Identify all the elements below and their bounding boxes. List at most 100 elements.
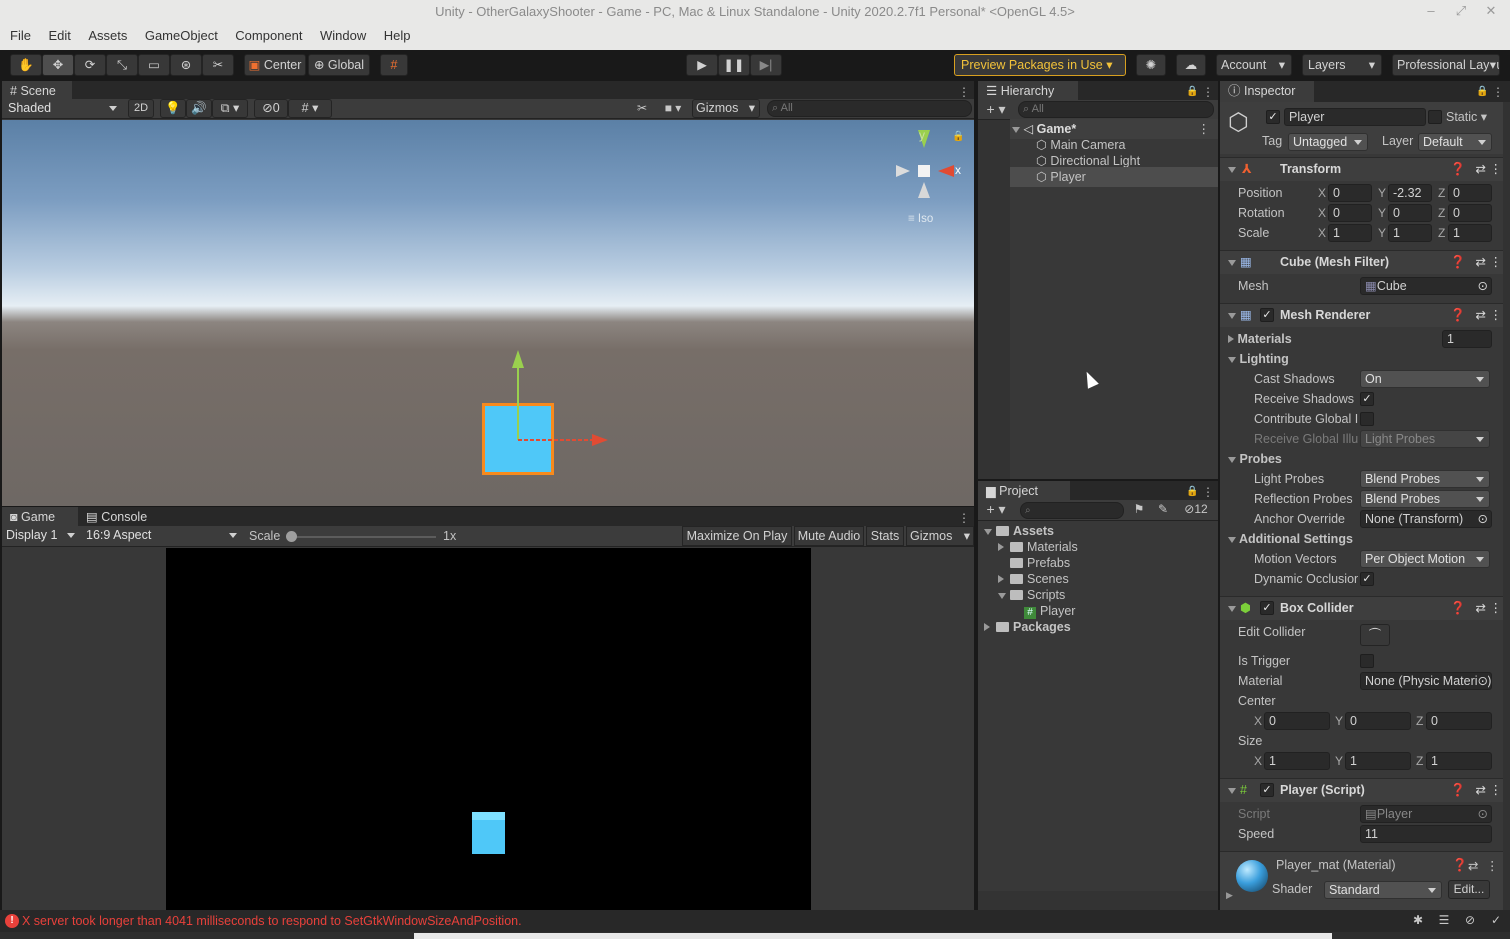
menu-gameobject[interactable]: GameObject — [138, 24, 225, 48]
mesh-object-field[interactable]: ▦Cube ⊙ — [1360, 277, 1492, 295]
tab-console[interactable]: ▤ Console — [78, 507, 168, 528]
mute-audio-toggle[interactable]: Mute Audio — [794, 526, 864, 546]
status-message[interactable]: X server took longer than 4041 milliseco… — [22, 914, 522, 928]
display-dropdown[interactable]: Display 1 — [2, 527, 80, 545]
shading-mode-dropdown[interactable]: Shaded — [4, 100, 122, 118]
additional-settings-foldout[interactable]: Additional Settings — [1228, 532, 1353, 546]
probes-foldout[interactable]: Probes — [1228, 452, 1282, 466]
speed-field[interactable]: 11 — [1360, 825, 1492, 843]
mesh-filter-header[interactable]: ▦ Cube (Mesh Filter) ❓ ⇄ ⋮ — [1220, 250, 1510, 274]
expand-icon[interactable] — [1012, 127, 1020, 133]
layer-dropdown[interactable]: Default — [1418, 133, 1492, 151]
kebab-menu-icon[interactable]: ⋮ — [1486, 858, 1499, 873]
tag-dropdown[interactable]: Untagged — [1288, 133, 1368, 151]
hidden-objects-toggle[interactable]: ⊘0 — [254, 99, 288, 118]
mesh-renderer-header[interactable]: ▦ ✓ Mesh Renderer ❓ ⇄ ⋮ — [1220, 303, 1510, 327]
kebab-menu-icon[interactable]: ⋮ — [1490, 304, 1503, 327]
menu-component[interactable]: Component — [228, 24, 309, 48]
presets-icon[interactable]: ⇄ — [1476, 597, 1486, 620]
lock-icon[interactable]: 🔒 — [1186, 84, 1198, 100]
scene-viewport[interactable]: y x ≡ Iso 🔒 — [2, 120, 974, 506]
lighting-foldout[interactable]: Lighting — [1228, 352, 1289, 366]
static-dropdown[interactable]: Static ▾ — [1446, 109, 1487, 124]
collider-material-field[interactable]: None (Physic Material) ⊙ — [1360, 672, 1492, 690]
rotation-y-field[interactable]: 0 — [1388, 204, 1432, 222]
2d-toggle[interactable]: 2D — [128, 99, 154, 118]
material-title[interactable]: Player_mat (Material) — [1276, 858, 1395, 872]
scene-orientation-gizmo[interactable] — [896, 130, 954, 198]
scale-tool-button[interactable]: ⤡ — [106, 54, 138, 76]
tab-project[interactable]: ▆ Project — [978, 481, 1070, 502]
collapse-icon[interactable] — [984, 617, 996, 637]
center-z-field[interactable]: 0 — [1426, 712, 1492, 730]
layers-dropdown[interactable]: Layers ▾ — [1302, 54, 1382, 76]
scale-slider[interactable] — [288, 536, 436, 538]
light-probes-dropdown[interactable]: Blend Probes — [1360, 470, 1490, 488]
presets-icon[interactable]: ⇄ — [1476, 779, 1486, 802]
shader-dropdown[interactable]: Standard — [1324, 881, 1442, 899]
box-collider-header[interactable]: ⬢ ✓ Box Collider ❓ ⇄ ⋮ — [1220, 596, 1510, 620]
scale-x-field[interactable]: 1 — [1328, 224, 1372, 242]
rotation-x-field[interactable]: 0 — [1328, 204, 1372, 222]
help-icon[interactable]: ❓ — [1450, 304, 1466, 327]
kebab-menu-icon[interactable]: ⋮ — [1490, 597, 1503, 620]
cast-shadows-dropdown[interactable]: On — [1360, 370, 1490, 388]
reflection-probes-dropdown[interactable]: Blend Probes — [1360, 490, 1490, 508]
pause-button[interactable]: ❚❚ — [718, 54, 750, 76]
close-button[interactable]: ✕ — [1476, 0, 1506, 24]
player-script-header[interactable]: # ✓ Player (Script) ❓ ⇄ ⋮ — [1220, 778, 1510, 802]
scene-search-input[interactable]: ⌕ All — [767, 100, 972, 117]
active-checkbox[interactable]: ✓ — [1266, 110, 1280, 124]
debug-mode-icon[interactable]: ✱ — [1410, 913, 1426, 927]
materials-count-field[interactable]: 1 — [1442, 330, 1492, 348]
effects-dropdown-icon[interactable]: ⧉ ▾ — [212, 99, 248, 118]
rotate-tool-button[interactable]: ⟳ — [74, 54, 106, 76]
kebab-menu-icon[interactable]: ⋮ — [1490, 158, 1503, 181]
projection-label[interactable]: ≡ Iso — [908, 213, 933, 225]
size-y-field[interactable]: 1 — [1345, 752, 1411, 770]
receive-shadows-checkbox[interactable]: ✓ — [1360, 392, 1374, 406]
stats-toggle[interactable]: Stats — [866, 526, 904, 546]
object-picker-icon[interactable]: ⊙ — [1478, 511, 1488, 527]
scale-z-field[interactable]: 1 — [1448, 224, 1492, 242]
tab-hierarchy[interactable]: ☰ Hierarchy — [978, 81, 1078, 102]
box-collider-enabled-checkbox[interactable]: ✓ — [1260, 601, 1274, 615]
script-object-field[interactable]: ▤Player ⊙ — [1360, 805, 1492, 823]
minimize-button[interactable]: – — [1416, 0, 1446, 24]
lighting-toggle-icon[interactable]: 💡 — [160, 99, 186, 118]
position-x-field[interactable]: 0 — [1328, 184, 1372, 202]
dynamic-occlusion-checkbox[interactable]: ✓ — [1360, 572, 1374, 586]
game-gizmos-dropdown[interactable]: Gizmos ▾ — [906, 526, 974, 546]
lock-icon[interactable]: 🔒 — [952, 131, 964, 142]
center-y-field[interactable]: 0 — [1345, 712, 1411, 730]
size-z-field[interactable]: 1 — [1426, 752, 1492, 770]
position-y-field[interactable]: -2.32 — [1388, 184, 1432, 202]
move-tool-button[interactable]: ✥ — [42, 54, 74, 76]
menu-assets[interactable]: Assets — [81, 24, 134, 48]
step-button[interactable]: ▶| — [750, 54, 782, 76]
presets-icon[interactable]: ⇄ — [1476, 304, 1486, 327]
layout-dropdown[interactable]: Professional Layout ▾ — [1392, 54, 1500, 76]
presets-icon[interactable]: ⇄ — [1476, 158, 1486, 181]
hierarchy-search-input[interactable]: ⌕ All — [1018, 101, 1214, 118]
cloud-icon[interactable]: ☁ — [1176, 54, 1206, 76]
pivot-toggle[interactable]: ▣ Center — [244, 54, 306, 76]
help-icon[interactable]: ❓ — [1452, 858, 1468, 873]
kebab-menu-icon[interactable]: ⋮ — [958, 510, 970, 526]
search-by-label-icon[interactable]: ✎ — [1154, 502, 1172, 516]
gizmos-dropdown[interactable]: Gizmos ▾ — [692, 99, 760, 118]
menu-help[interactable]: Help — [377, 24, 418, 48]
cache-server-icon[interactable]: ☰ — [1436, 913, 1452, 927]
size-x-field[interactable]: 1 — [1264, 752, 1330, 770]
shader-edit-button[interactable]: Edit... — [1448, 880, 1490, 899]
create-dropdown-icon[interactable]: + ▾ — [982, 501, 1010, 518]
maximize-button[interactable]: ⤢ — [1446, 0, 1476, 24]
materials-foldout[interactable]: Materials — [1228, 332, 1292, 346]
aspect-dropdown[interactable]: 16:9 Aspect — [82, 527, 242, 545]
object-picker-icon[interactable]: ⊙ — [1478, 806, 1488, 822]
space-toggle[interactable]: ⊕ Global — [308, 54, 370, 76]
object-picker-icon[interactable]: ⊙ — [1478, 278, 1488, 294]
tab-game[interactable]: ◙ Game — [2, 507, 78, 528]
scale-y-field[interactable]: 1 — [1388, 224, 1432, 242]
rotation-z-field[interactable]: 0 — [1448, 204, 1492, 222]
